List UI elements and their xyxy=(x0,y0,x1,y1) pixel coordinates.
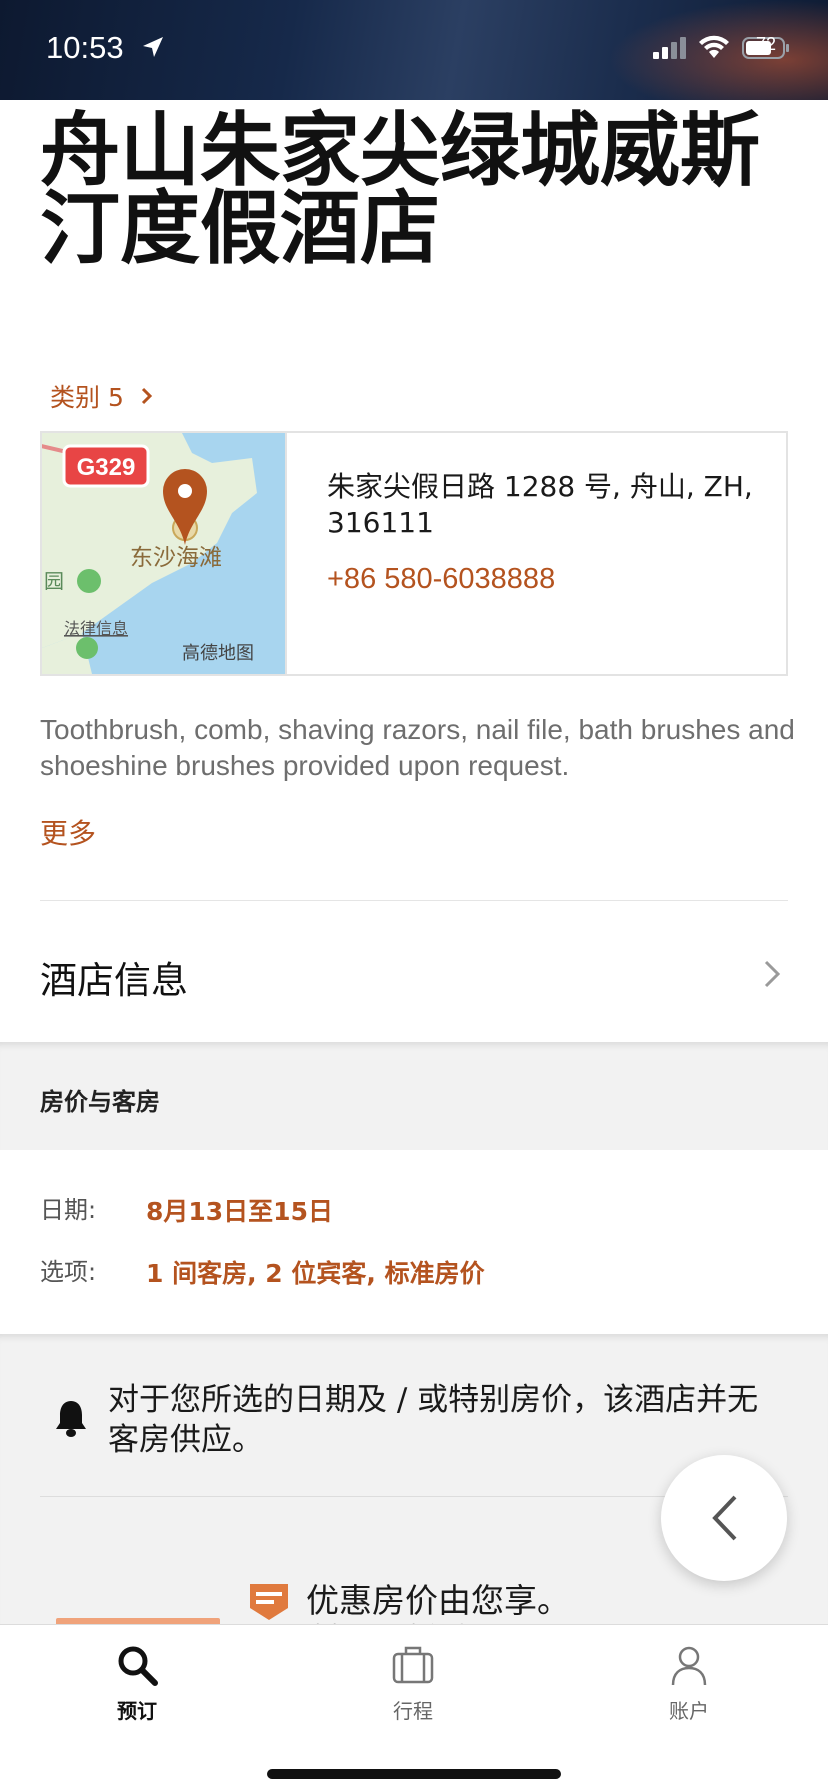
signal-icon xyxy=(653,37,686,59)
hotel-info-label: 酒店信息 xyxy=(40,959,188,1002)
options-label: 选项: xyxy=(40,1258,97,1286)
back-button[interactable] xyxy=(661,1455,787,1581)
search-icon xyxy=(118,1646,158,1686)
map-graphic: G329 东沙海滩 园 法律信息 高德地图 xyxy=(42,433,285,674)
wifi-icon xyxy=(699,35,729,58)
location-arrow-icon xyxy=(143,37,163,57)
battery-level: 72 xyxy=(755,34,777,54)
chevron-right-icon xyxy=(764,960,781,988)
bell-icon xyxy=(56,1401,86,1437)
date-value[interactable]: 8月13日至15日 xyxy=(146,1192,333,1228)
options-value[interactable]: 1 间客房, 2 位宾客, 标准房价 xyxy=(146,1254,485,1290)
park-icon xyxy=(77,569,101,593)
suitcase-icon xyxy=(392,1646,434,1684)
person-icon xyxy=(671,1646,707,1686)
map-left-label: 园 xyxy=(44,569,64,593)
divider xyxy=(40,900,788,901)
status-bar: 10:53 72 xyxy=(0,0,828,100)
price-tag-icon xyxy=(250,1584,288,1620)
promo-title: 优惠房价由您享。 xyxy=(306,1581,570,1620)
tab-account[interactable]: 账户 xyxy=(609,1643,769,1724)
date-label: 日期: xyxy=(40,1196,97,1224)
road-badge-label: G329 xyxy=(77,454,136,481)
rates-section-title: 房价与客房 xyxy=(40,1088,160,1116)
map-thumbnail[interactable]: G329 东沙海滩 园 法律信息 高德地图 xyxy=(42,433,287,674)
hotel-description: Toothbrush, comb, shaving razors, nail f… xyxy=(40,714,795,781)
map-legal-link[interactable]: 法律信息 xyxy=(64,619,128,638)
rates-section-header: 房价与客房 xyxy=(0,1042,828,1150)
hotel-title: 舟山朱家尖绿城威斯汀度假酒店 xyxy=(40,104,760,275)
address-card: G329 东沙海滩 园 法律信息 高德地图 朱家尖假日路 1288 号, 舟山,… xyxy=(40,431,788,676)
home-indicator[interactable] xyxy=(267,1769,561,1779)
hotel-phone-link[interactable]: +86 580-6038888 xyxy=(327,563,555,596)
tab-book[interactable]: 预订 xyxy=(57,1643,217,1724)
map-place-label: 东沙海滩 xyxy=(130,545,222,571)
map-provider-label: 高德地图 xyxy=(182,643,254,664)
battery-icon: 72 xyxy=(742,34,790,60)
hotel-info-row[interactable]: 酒店信息 xyxy=(0,902,828,1042)
category-label: 类别 5 xyxy=(50,383,124,412)
chevron-right-icon xyxy=(141,387,152,405)
tab-bar: 预订 行程 账户 xyxy=(0,1624,828,1792)
park-icon-2 xyxy=(76,637,98,659)
tab-label: 账户 xyxy=(669,1699,709,1723)
category-link[interactable]: 类别 5 xyxy=(50,378,156,414)
availability-notice-text: 对于您所选的日期及 / 或特别房价，该酒店并无客房供应。 xyxy=(108,1382,759,1458)
search-summary[interactable]: 日期: 8月13日至15日 选项: 1 间客房, 2 位宾客, 标准房价 xyxy=(0,1150,828,1334)
tab-trips[interactable]: 行程 xyxy=(333,1643,493,1724)
hotel-address: 朱家尖假日路 1288 号, 舟山, ZH, 316111 xyxy=(327,470,753,539)
chevron-left-icon xyxy=(712,1495,737,1541)
more-link[interactable]: 更多 xyxy=(40,812,96,852)
tab-label: 行程 xyxy=(393,1699,433,1723)
tab-label: 预订 xyxy=(117,1699,157,1723)
promo-subtitle: 直接预订享优惠 xyxy=(306,1616,474,1624)
status-time: 10:53 xyxy=(46,30,124,65)
